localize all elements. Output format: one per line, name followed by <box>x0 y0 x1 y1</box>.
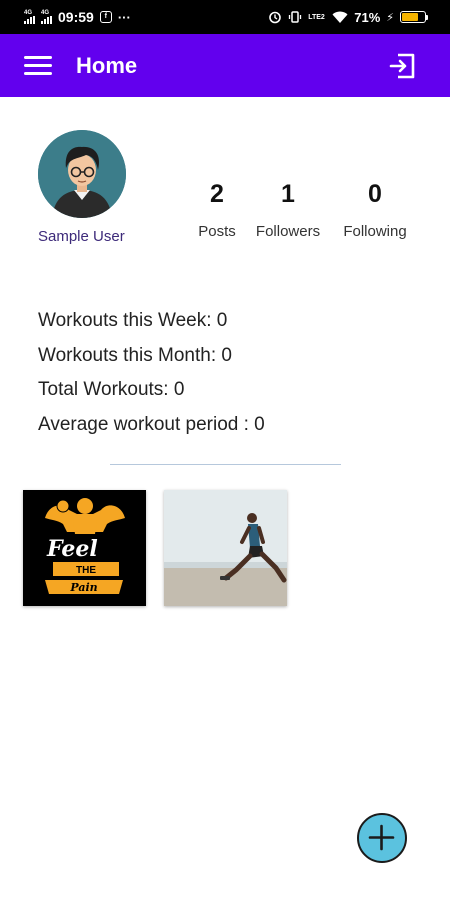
followers-count: 1 <box>281 180 295 208</box>
following-count: 0 <box>368 180 382 208</box>
post-text-pain: Pain <box>69 581 97 594</box>
page-title: Home <box>76 53 138 78</box>
logout-icon[interactable] <box>388 51 418 81</box>
following-label: Following <box>343 223 407 240</box>
more-notifications: ··· <box>117 9 131 25</box>
signal-icon-2: 4G <box>41 10 52 24</box>
divider <box>110 464 341 465</box>
post-thumbnail[interactable]: Feel THE Pain <box>23 490 146 606</box>
posts-count: 2 <box>210 180 224 208</box>
charging-icon: ⚡ <box>386 11 394 24</box>
posts-label: Posts <box>198 223 236 240</box>
followers-stat[interactable]: 1 Followers <box>248 180 328 240</box>
workouts-total: Total Workouts: 0 <box>38 379 185 400</box>
volte-label: LTE2 <box>308 13 325 21</box>
workout-stats: Workouts this Week: 0 Workouts this Mont… <box>38 309 265 447</box>
battery-icon <box>400 11 428 23</box>
workouts-week: Workouts this Week: 0 <box>38 310 228 331</box>
post-thumbnail[interactable] <box>164 490 287 606</box>
app-bar: Home <box>0 34 450 97</box>
avatar[interactable] <box>38 130 126 218</box>
workouts-month: Workouts this Month: 0 <box>38 344 232 366</box>
add-post-button[interactable] <box>357 813 407 863</box>
following-stat[interactable]: 0 Following <box>335 180 415 240</box>
status-time: 09:59 <box>58 9 94 25</box>
followers-label: Followers <box>255 223 321 240</box>
workouts-average: Average workout period : 0 <box>38 413 265 435</box>
user-avatar-icon <box>38 130 126 218</box>
add-icon <box>368 824 395 851</box>
posts-stat[interactable]: 2 Posts <box>177 180 257 240</box>
username[interactable]: Sample User <box>38 228 125 245</box>
lunge-workout-image <box>164 490 287 606</box>
post-text-feel: Feel <box>46 536 98 562</box>
post-text-the: THE <box>76 565 96 576</box>
menu-icon[interactable] <box>24 56 52 76</box>
battery-percent: 71% <box>354 9 381 25</box>
vibrate-icon <box>289 11 302 23</box>
notification-icon: f <box>99 11 112 23</box>
wifi-icon <box>332 11 348 23</box>
feel-the-pain-image: Feel THE Pain <box>23 490 146 606</box>
status-bar: 4G 4G 09:59 f ··· LTE2 71% ⚡ <box>0 0 450 34</box>
signal-icon: 4G <box>24 10 35 24</box>
alarm-icon <box>269 11 282 24</box>
